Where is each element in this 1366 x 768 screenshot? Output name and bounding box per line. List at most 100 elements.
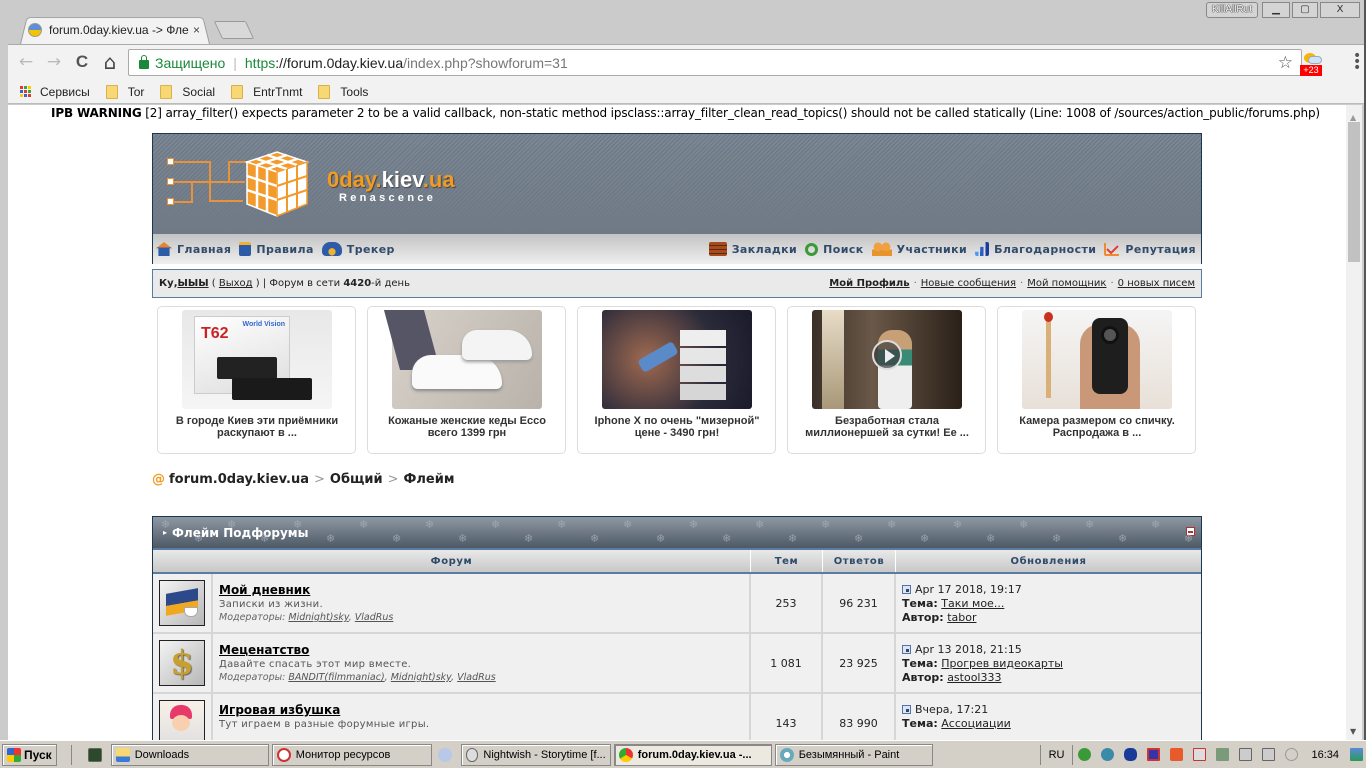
nav-bookmarks[interactable]: Закладки <box>708 242 797 256</box>
desktop-monitor-icon[interactable] <box>87 747 102 762</box>
logout-link[interactable]: Выход <box>219 278 253 289</box>
scroll-up-icon[interactable]: ▲ <box>1350 113 1356 122</box>
browser-tab[interactable]: forum.0day.kiev.ua -> Фле × <box>28 18 208 42</box>
taskbar-item-resource-monitor[interactable]: Монитор ресурсов <box>271 743 432 766</box>
moderator-link[interactable]: Midnight)sky <box>288 612 348 623</box>
moderator-link[interactable]: Midnight)sky <box>391 672 451 683</box>
new-tab-button[interactable] <box>213 21 255 39</box>
taskbar-label: forum.0day.kiev.ua -... <box>637 748 752 761</box>
last-author-link[interactable]: tabor <box>947 611 976 624</box>
network-icon[interactable] <box>1262 748 1276 761</box>
forum-link[interactable]: Меценатство <box>219 643 309 657</box>
snowflake-decoration: ❄ <box>623 518 633 531</box>
nav-reputation[interactable]: Репутация <box>1104 242 1196 256</box>
show-desktop-icon[interactable] <box>1350 748 1363 761</box>
volume-icon[interactable] <box>1285 748 1299 761</box>
bookmark-services[interactable]: Сервисы <box>20 85 90 99</box>
last-post-icon[interactable] <box>902 585 911 594</box>
taskbar-item-chrome[interactable]: forum.0day.kiev.ua -... <box>613 743 772 766</box>
usb-device-icon[interactable] <box>1216 748 1230 761</box>
nav-members[interactable]: Участники <box>871 242 967 256</box>
bluetooth-icon[interactable] <box>1124 748 1138 761</box>
reputation-chart-icon <box>1104 243 1120 256</box>
logo-title[interactable]: 0day.kiev.ua <box>327 167 455 193</box>
utorrent-icon[interactable] <box>1078 748 1092 761</box>
maximize-button[interactable]: ▢ <box>1292 2 1318 18</box>
messages-link[interactable]: 0 новых писем <box>1118 278 1195 289</box>
address-bar[interactable]: Защищено | https://forum.0day.kiev.ua/in… <box>128 49 1302 76</box>
last-post-icon[interactable] <box>902 645 911 654</box>
logo-wire <box>171 201 193 203</box>
white-sneakers-photo <box>383 310 542 409</box>
home-button[interactable]: ⌂ <box>100 52 120 72</box>
bookmark-label: Tools <box>340 84 369 99</box>
scrollbar-thumb[interactable] <box>1348 122 1360 262</box>
page-scrollbar[interactable]: ▲ ▼ <box>1346 105 1362 740</box>
bookmark-folder-social[interactable]: Social <box>160 84 215 99</box>
moderator-link[interactable]: VladRus <box>355 612 394 623</box>
column-header-replies: Ответов <box>823 550 896 572</box>
bookmark-star-icon[interactable]: ☆ <box>1278 53 1293 73</box>
browser-menu-icon[interactable]: • • • <box>1353 49 1361 75</box>
ad-card[interactable]: Безработная стала миллионершей за сутки!… <box>787 306 986 454</box>
new-messages-link[interactable]: Новые сообщения <box>921 278 1016 289</box>
start-button[interactable]: Пуск <box>2 743 57 766</box>
bookmark-folder-tor[interactable]: Tor <box>105 84 144 99</box>
forum-moderators: Модераторы: Midnight)sky, VladRus <box>219 612 394 623</box>
taskbar-item-paint[interactable]: Безымянный - Paint <box>774 743 933 766</box>
nav-home[interactable]: Главная <box>156 242 231 256</box>
weather-extension[interactable]: +23 <box>1300 51 1326 77</box>
breadcrumb-home[interactable]: forum.0day.kiev.ua <box>169 472 309 487</box>
forum-link[interactable]: Игровая избушка <box>219 703 340 717</box>
ad-card[interactable]: Iphone X по очень "мизерной" цене - 3490… <box>577 306 776 454</box>
dollar-sign-icon[interactable]: $ <box>159 640 205 686</box>
taskbar-item-media-player[interactable]: Nightwish - Storytime [f... <box>460 743 611 766</box>
bookmark-folder-entrtnmt[interactable]: EntrTnmt <box>231 84 302 99</box>
language-tool-icon[interactable] <box>437 747 452 762</box>
last-post-icon[interactable] <box>902 705 911 714</box>
language-indicator[interactable]: RU <box>1039 744 1074 765</box>
forum-link[interactable]: Мой дневник <box>219 583 310 597</box>
page-viewport: IPB WARNING [2] array_filter() expects p… <box>8 105 1346 740</box>
moderator-link[interactable]: VladRus <box>457 672 496 683</box>
moderator-link[interactable]: BANDIT(filmmaniac) <box>288 672 384 683</box>
diary-book-icon[interactable] <box>159 580 205 626</box>
network-blocked-icon[interactable] <box>1147 748 1161 761</box>
breadcrumb-general[interactable]: Общий <box>330 472 383 487</box>
play-icon[interactable] <box>872 340 902 370</box>
evernote-icon[interactable] <box>1101 748 1115 761</box>
close-window-button[interactable]: X <box>1320 2 1360 18</box>
nav-rules[interactable]: Правила <box>239 242 313 256</box>
last-topic-link[interactable]: Ассоциации <box>941 717 1011 730</box>
nav-tracker[interactable]: Трекер <box>321 242 395 256</box>
reload-button[interactable]: C <box>72 53 92 71</box>
logo-wire <box>171 161 211 163</box>
nav-thanks[interactable]: Благодарности <box>975 242 1096 256</box>
lock-icon <box>139 55 149 69</box>
back-button[interactable]: ← <box>16 53 36 71</box>
ad-card[interactable]: Камера размером со спичку. Распродажа в … <box>997 306 1196 454</box>
power-plug-icon[interactable] <box>1239 748 1253 761</box>
last-topic-link[interactable]: Таки мое... <box>941 597 1004 610</box>
scroll-down-icon[interactable]: ▼ <box>1350 727 1356 736</box>
minimize-button[interactable]: ▁ <box>1262 2 1290 18</box>
speaker-icon[interactable] <box>1170 748 1184 761</box>
clock[interactable]: 16:34 <box>1311 749 1339 761</box>
username-link[interactable]: ЫЫЫ <box>178 278 209 289</box>
forward-button[interactable]: → <box>44 53 64 71</box>
game-character-icon[interactable] <box>159 700 205 740</box>
nav-search[interactable]: Поиск <box>805 242 863 256</box>
my-assistant-link[interactable]: Мой помощник <box>1027 278 1106 289</box>
ad-card[interactable]: Кожаные женские кеды Ecco всего 1399 грн <box>367 306 566 454</box>
my-profile-link[interactable]: Мой Профиль <box>829 278 909 289</box>
flag-error-icon[interactable] <box>1193 748 1207 761</box>
tab-close-icon[interactable]: × <box>193 23 200 37</box>
forum-icon-cell <box>153 694 213 740</box>
taskbar-item-downloads[interactable]: Downloads <box>110 743 269 766</box>
profile-badge[interactable]: KillAllRut <box>1206 2 1258 18</box>
bookmark-folder-tools[interactable]: Tools <box>318 84 369 99</box>
dot-separator: · <box>1110 278 1114 289</box>
last-topic-link[interactable]: Прогрев видеокарты <box>941 657 1063 670</box>
ad-card[interactable]: T62 World Vision В городе Киев эти приём… <box>157 306 356 454</box>
last-author-link[interactable]: astool333 <box>947 671 1001 684</box>
